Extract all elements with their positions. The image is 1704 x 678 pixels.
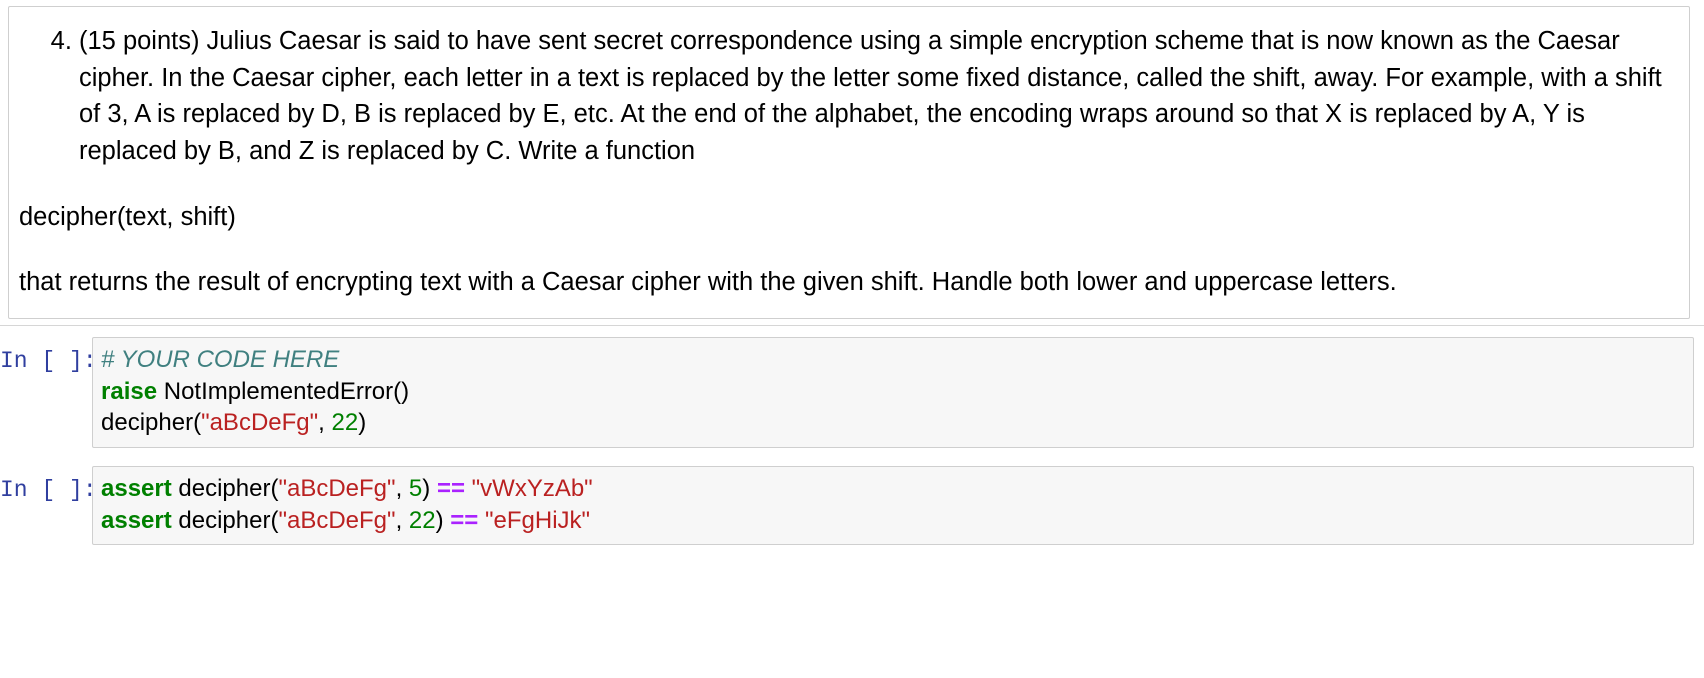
code-token-string: "vWxYzAb" — [471, 475, 593, 502]
code-cell: In [ ]: # YOUR CODE HERE raise NotImpleme… — [0, 337, 1704, 448]
code-token-operator: == — [450, 506, 479, 534]
code-token-keyword: assert — [101, 475, 172, 502]
code-token-plain: decipher( — [171, 475, 279, 502]
problem-closing-text: that returns the result of encrypting te… — [19, 267, 1397, 296]
code-editor[interactable]: assert decipher("aBcDeFg", 5) == "vWxYzA… — [101, 473, 1685, 536]
problem-list: (15 points) Julius Caesar is said to hav… — [19, 23, 1679, 169]
markdown-cell-body: (15 points) Julius Caesar is said to hav… — [19, 23, 1679, 300]
code-line: raise NotImplementedError() — [101, 376, 1685, 408]
code-token-keyword: assert — [101, 506, 172, 534]
code-token-keyword: raise — [101, 377, 158, 405]
problem-list-item: (15 points) Julius Caesar is said to hav… — [79, 23, 1679, 169]
code-token-plain: , — [395, 475, 409, 502]
code-token-operator: == — [436, 475, 465, 502]
code-input-area[interactable]: assert decipher("aBcDeFg", 5) == "vWxYzA… — [92, 466, 1694, 545]
code-cell-prompt[interactable]: In [ ]: — [0, 466, 97, 506]
code-token-string: "aBcDeFg" — [278, 506, 396, 534]
code-token-number: 22 — [408, 506, 436, 534]
code-cell: In [ ]: assert decipher("aBcDeFg", 5) ==… — [0, 466, 1704, 545]
function-signature-text: decipher(text, shift) — [19, 203, 236, 231]
code-token-plain: , — [395, 506, 409, 534]
cell-divider — [0, 325, 1704, 326]
code-token-number: 22 — [331, 409, 359, 436]
code-token-string: "eFgHiJk" — [484, 506, 591, 534]
code-token-plain: ) — [358, 409, 367, 436]
code-line: decipher("aBcDeFg", 22) — [101, 407, 1685, 439]
code-token-plain: ) — [435, 506, 451, 534]
code-token-plain: ) — [422, 475, 437, 502]
code-input-area[interactable]: # YOUR CODE HERE raise NotImplementedErro… — [92, 337, 1694, 448]
code-line: assert decipher("aBcDeFg", 5) == "vWxYzA… — [101, 473, 1685, 505]
code-line: assert decipher("aBcDeFg", 22) == "eFgHi… — [101, 505, 1685, 537]
code-token-number: 5 — [408, 475, 423, 502]
code-token-string: "aBcDeFg" — [201, 409, 319, 436]
markdown-cell[interactable]: (15 points) Julius Caesar is said to hav… — [8, 6, 1690, 319]
problem-statement-text: (15 points) Julius Caesar is said to hav… — [79, 27, 1662, 165]
code-cell-prompt[interactable]: In [ ]: — [0, 337, 97, 377]
code-token-plain: NotImplementedError() — [157, 377, 410, 405]
code-token-comment: # YOUR CODE HERE — [101, 346, 340, 373]
code-line: # YOUR CODE HERE — [101, 344, 1685, 376]
code-token-plain: , — [318, 409, 332, 436]
code-token-plain: decipher( — [171, 506, 279, 534]
code-token-plain: decipher( — [101, 409, 202, 436]
jupyter-notebook: (15 points) Julius Caesar is said to hav… — [0, 0, 1704, 678]
code-editor[interactable]: # YOUR CODE HERE raise NotImplementedErro… — [101, 344, 1685, 439]
code-token-string: "aBcDeFg" — [278, 475, 396, 502]
